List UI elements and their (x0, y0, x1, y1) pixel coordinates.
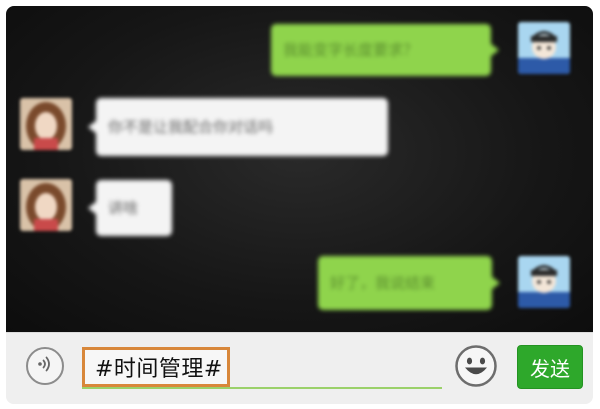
message-list[interactable]: 我能变字长度要求？ 你不是让我配合你对话吗 讲啥 好了，我说结束 (6, 6, 593, 332)
send-button-label: 发送 (530, 356, 570, 381)
voice-button[interactable] (26, 347, 64, 385)
message-bubble[interactable]: 我能变字长度要求？ (271, 24, 499, 76)
message-bubble[interactable]: 讲啥 (88, 180, 172, 236)
smiley-icon (454, 345, 498, 392)
my-avatar[interactable] (518, 22, 570, 74)
emoji-button[interactable] (454, 344, 498, 388)
friend-avatar[interactable] (20, 98, 72, 150)
voice-icon (34, 353, 56, 379)
message-text: 好了，我说结束 (330, 274, 436, 292)
input-text: #时间管理# (95, 357, 223, 382)
message-text: 讲啥 (108, 199, 139, 217)
message-text: 我能变字长度要求？ (283, 41, 419, 59)
message-bubble[interactable]: 好了，我说结束 (318, 256, 500, 310)
my-avatar[interactable] (518, 256, 570, 308)
chat-window: 我能变字长度要求？ 你不是让我配合你对话吗 讲啥 好了，我说结束 #时间管理# … (6, 6, 593, 404)
friend-avatar[interactable] (20, 179, 72, 231)
message-bubble[interactable]: 你不是让我配合你对话吗 (88, 98, 388, 156)
message-text: 你不是让我配合你对话吗 (108, 118, 274, 136)
highlighted-input-text[interactable]: #时间管理# (82, 347, 230, 387)
send-button[interactable]: 发送 (517, 345, 583, 389)
input-toolbar: #时间管理# 发送 (6, 332, 593, 404)
